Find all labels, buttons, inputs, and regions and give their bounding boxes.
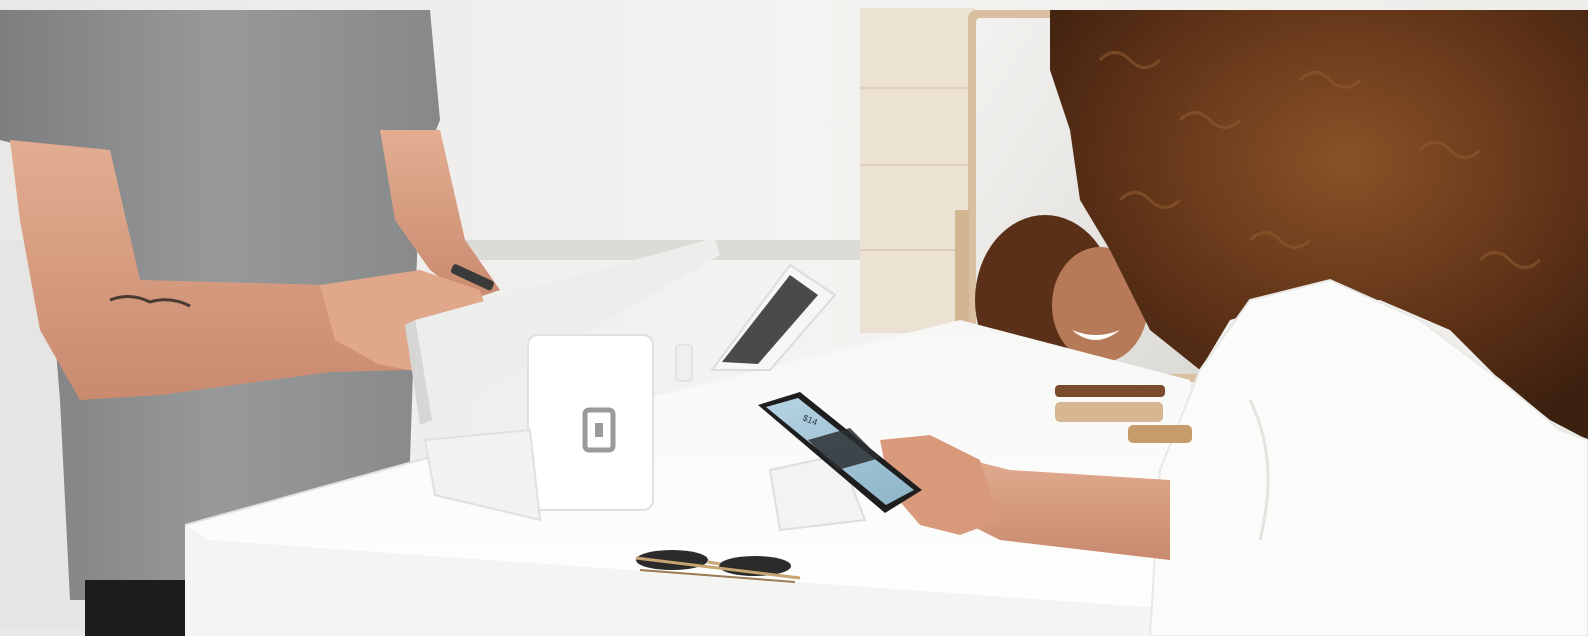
photo-canvas: $14 [0, 0, 1588, 636]
checkout-photo: $14 [0, 0, 1588, 636]
counter-item [675, 344, 693, 382]
pos-stand [527, 334, 654, 511]
